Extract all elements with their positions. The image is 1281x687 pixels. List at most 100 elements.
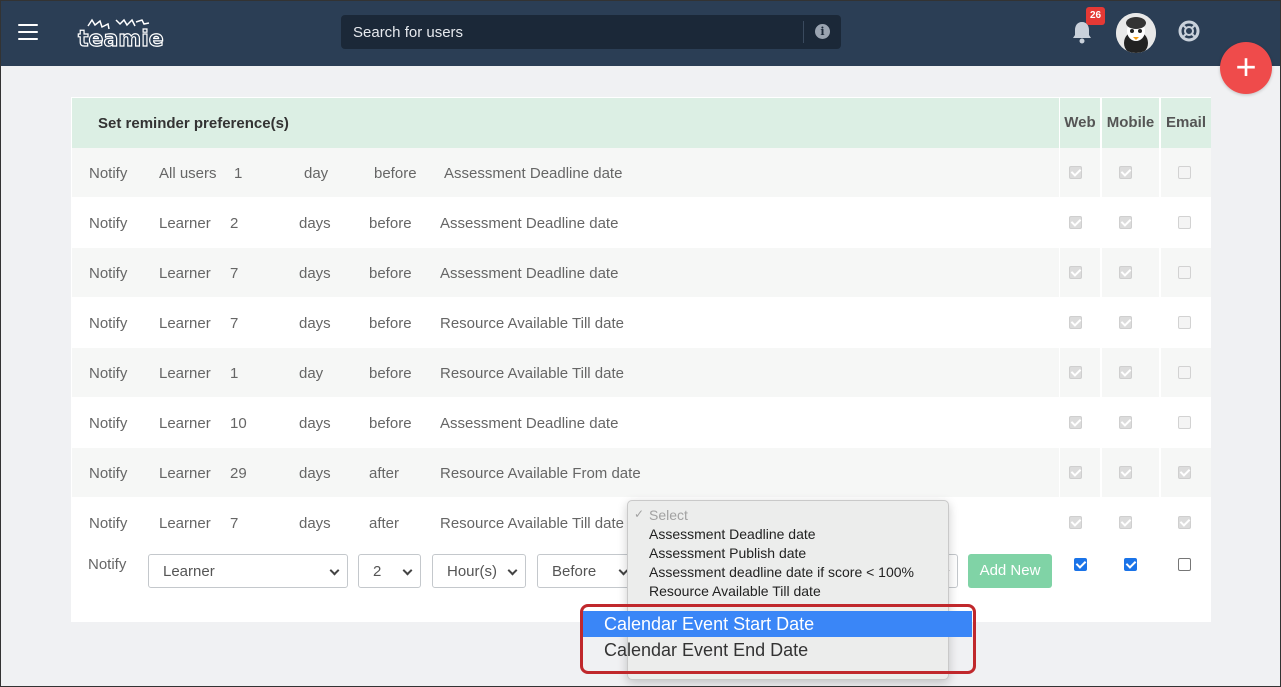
reminder-row: Notify Learner 10 days before Assessment Dead… [71,397,1211,447]
reminder-mobile-checkbox [1119,466,1132,479]
reminder-amount: 1 [234,165,243,182]
chevron-down-icon [507,565,518,576]
reminder-web-checkbox [1069,316,1082,329]
reminder-web-cell [1060,298,1100,347]
reminder-amount: 10 [230,415,247,432]
reminder-mobile-checkbox [1119,516,1132,529]
reminder-row-content: Notify Learner 7 days before Resource Availab… [72,298,1059,347]
lifebuoy-icon[interactable] [1178,20,1200,42]
reminder-email-checkbox [1178,516,1191,529]
reminder-mobile-cell [1102,348,1159,397]
reminder-action: Notify [89,415,128,432]
reminder-mobile-cell [1102,148,1159,197]
audience-select[interactable]: Learner [148,554,348,588]
dropdown-option[interactable]: Assessment Publish date [649,545,806,561]
add-new-button[interactable]: Add New [968,554,1052,588]
chevron-down-icon [329,565,340,576]
relation-select[interactable]: Before [537,554,637,588]
reminder-mobile-cell [1102,198,1159,247]
unit-select-value: Hour(s) [447,563,498,580]
svg-text:teamie: teamie [78,27,164,52]
reminder-row-content: Notify Learner 29 days after Resource Availab… [72,448,1059,497]
teamie-logo[interactable]: teamie [76,12,168,52]
reminder-row-content: Notify Learner 1 day before Resource Availabl… [72,348,1059,397]
reminder-web-cell [1060,348,1100,397]
reminder-web-checkbox [1069,266,1082,279]
reminder-web-checkbox [1069,416,1082,429]
add-fab-button[interactable]: + [1220,42,1272,94]
reminder-mobile-checkbox [1119,166,1132,179]
search-divider [803,21,804,43]
dropdown-option[interactable]: Assessment Deadline date [649,526,816,542]
reminder-unit: days [299,415,331,432]
reminder-mobile-checkbox [1119,416,1132,429]
reminder-amount: 7 [230,265,239,282]
reminder-row: Notify Learner 7 days before Resource Availab… [71,297,1211,347]
reminder-relation: after [369,465,400,482]
column-header-web: Web [1060,98,1100,148]
panel-title: Set reminder preference(s) [98,115,289,132]
reminder-amount: 7 [230,515,239,532]
reminder-audience: Learner [159,315,211,332]
reminder-row: Notify Learner 2 days before Assessment Deadl… [71,197,1211,247]
reminder-web-cell [1060,198,1100,247]
search-input[interactable]: Search for users [353,24,463,41]
reminder-event: Resource Available Till date [440,365,624,382]
reminder-event: Resource Available Till date [440,315,624,332]
reminder-action: Notify [89,165,128,182]
dropdown-option-select[interactable]: Select [649,507,688,523]
reminder-mobile-cell [1102,498,1159,547]
reminder-mobile-checkbox [1119,216,1132,229]
unit-select[interactable]: Hour(s) [432,554,526,588]
reminder-relation: before [369,365,412,382]
reminder-web-cell [1060,148,1100,197]
new-mobile-checkbox[interactable] [1124,558,1137,571]
reminder-event: Assessment Deadline date [440,415,619,432]
highlight-box [580,604,976,674]
amount-select[interactable]: 2 [358,554,421,588]
reminder-unit: days [299,465,331,482]
info-icon[interactable]: i [815,24,830,39]
reminder-unit: day [304,165,329,182]
relation-select-value: Before [552,563,597,580]
reminder-audience: Learner [159,365,211,382]
reminder-row: Notify All users 1 day before Assessment Dead… [71,147,1211,197]
reminder-email-cell [1161,148,1211,197]
reminder-web-checkbox [1069,366,1082,379]
notification-badge: 26 [1086,7,1105,25]
reminder-mobile-checkbox [1119,366,1132,379]
reminder-row: Notify Learner 7 days before Assessment Deadl… [71,247,1211,297]
reminder-row: Notify Learner 1 day before Resource Availabl… [71,347,1211,397]
reminder-email-checkbox [1178,466,1191,479]
reminder-email-cell [1161,298,1211,347]
column-header-email: Email [1161,98,1211,148]
column-header-mobile: Mobile [1102,98,1159,148]
reminder-audience: Learner [159,465,211,482]
reminder-amount: 29 [230,465,247,482]
reminder-relation: before [369,415,412,432]
dropdown-option[interactable]: Resource Available Till date [649,583,821,599]
reminder-mobile-checkbox [1119,316,1132,329]
search-bar[interactable]: Search for users i [341,15,841,49]
checkmark-icon: ✓ [634,507,645,521]
reminder-email-checkbox [1178,216,1191,229]
top-navbar: teamie Search for users i 26 [0,0,1281,66]
avatar[interactable] [1116,13,1156,53]
dropdown-option[interactable]: Assessment deadline date if score < 100% [649,564,914,580]
menu-icon[interactable] [18,24,38,40]
reminder-action: Notify [89,315,128,332]
reminder-audience: Learner [159,515,211,532]
reminder-relation: before [369,265,412,282]
reminder-web-cell [1060,398,1100,447]
reminder-audience: Learner [159,265,211,282]
reminder-email-checkbox [1178,316,1191,329]
reminder-row-content: Notify Learner 10 days before Assessment Dead… [72,398,1059,447]
reminder-relation: before [374,165,417,182]
new-web-checkbox[interactable] [1074,558,1087,571]
new-email-checkbox[interactable] [1178,558,1191,571]
reminder-email-cell [1161,498,1211,547]
reminder-audience: Learner [159,415,211,432]
reminder-action: Notify [89,515,128,532]
reminder-event: Assessment Deadline date [440,265,619,282]
reminder-unit: days [299,215,331,232]
